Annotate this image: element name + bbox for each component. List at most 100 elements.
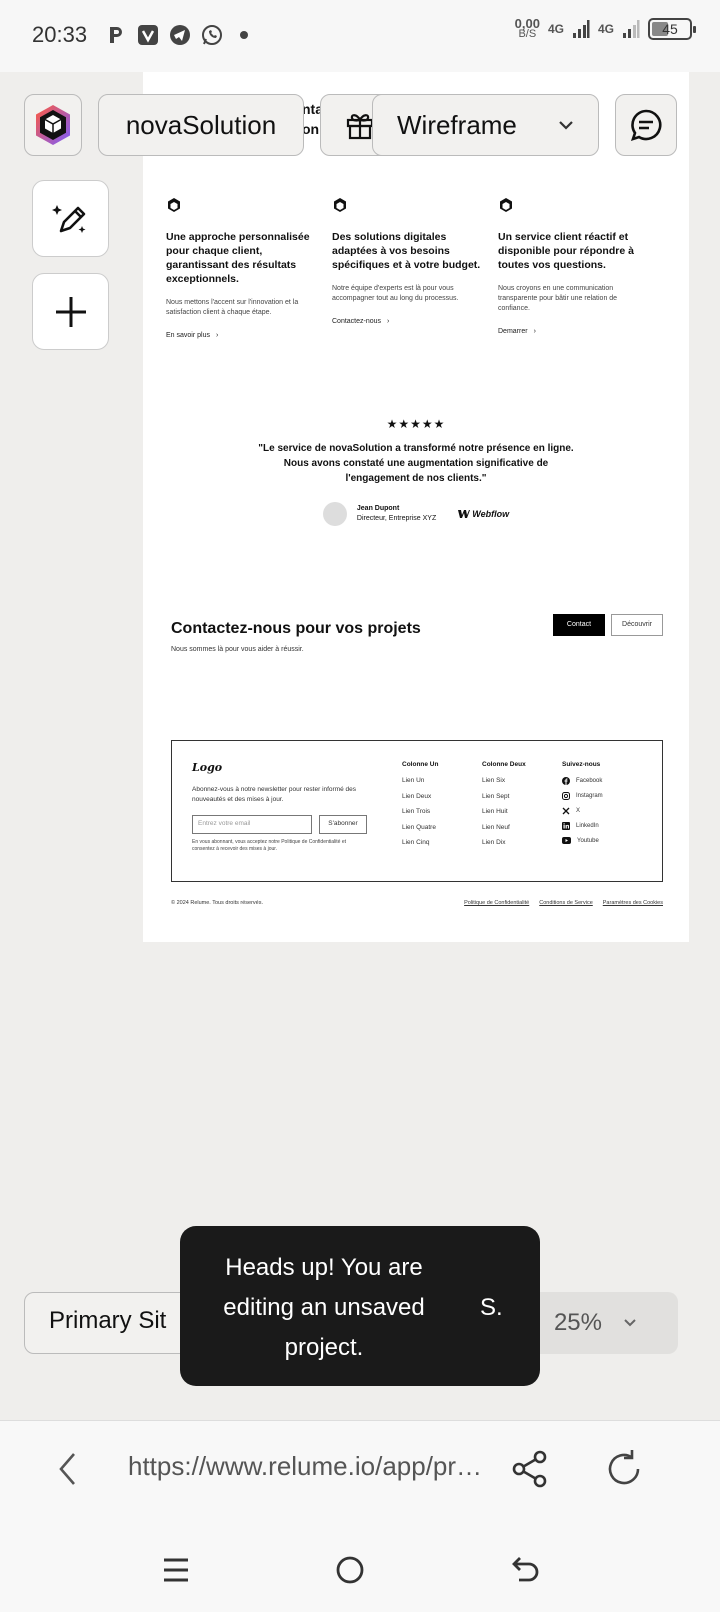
toast-message: Heads up! You are editing an unsaved pro… — [223, 1254, 425, 1361]
comments-button[interactable] — [615, 94, 677, 156]
clock: 20:33 — [32, 22, 88, 47]
status-bar: 20:33 0,00 B/S 4G 4G 45 — [0, 0, 720, 72]
feature-title: Des solutions digitales adaptées à vos b… — [332, 231, 481, 271]
footer-link[interactable]: Lien Deux — [402, 793, 438, 800]
footer-link[interactable]: Lien Huit — [482, 808, 526, 815]
back-arrow-icon — [512, 1557, 539, 1582]
feature-card: Des solutions digitales adaptées à vos b… — [332, 197, 482, 325]
terms-link[interactable]: Conditions de Service — [539, 900, 593, 906]
footer-column: Colonne Deux Lien Six Lien Sept Lien Hui… — [482, 761, 526, 846]
plus-icon — [55, 296, 86, 327]
x-icon — [562, 807, 570, 815]
share-button[interactable] — [506, 1445, 554, 1493]
feature-title: Une approche personnalisée pour chaque c… — [166, 231, 310, 285]
system-navigation-bar — [0, 1518, 720, 1612]
add-button[interactable] — [32, 273, 109, 350]
testimonial-author: Jean Dupont Directeur, Entreprise XYZ We… — [143, 502, 689, 526]
chevron-left-icon — [59, 1453, 75, 1485]
star-rating: ★★★★★ — [386, 417, 446, 431]
newsletter-legal: En vous abonnant, vous acceptez notre Po… — [192, 839, 346, 852]
reload-button[interactable] — [600, 1445, 648, 1493]
feature-link[interactable]: En savoir plus › — [166, 332, 316, 339]
cube-icon — [500, 198, 512, 212]
cta-subheading: Nous sommes là pour vous aider à réussir… — [171, 646, 304, 653]
back-button[interactable] — [44, 1445, 92, 1493]
feature-body: Nous croyons en une communication transp… — [498, 285, 618, 312]
ai-edit-button[interactable] — [32, 180, 109, 257]
social-link-x[interactable]: X — [562, 807, 603, 815]
system-indicators: 0,00 B/S 4G 4G 45 — [515, 17, 696, 40]
chevron-right-icon: › — [387, 318, 390, 325]
cta-section: Contactez-nous pour vos projets Nous som… — [171, 614, 663, 653]
vivaldi-icon — [137, 24, 159, 46]
testimonial-section: ★★★★★ "Le service de novaSolution a tran… — [143, 417, 689, 526]
youtube-icon — [562, 837, 571, 844]
instagram-icon — [562, 792, 570, 800]
chevron-right-icon: › — [215, 332, 219, 339]
toast-trailing-text: S. — [480, 1294, 503, 1321]
view-mode-dropdown[interactable]: Wireframe — [372, 94, 599, 156]
notification-icons — [105, 24, 255, 46]
footer-link[interactable]: Lien Neuf — [482, 824, 526, 831]
privacy-link[interactable]: Politique de Confidentialité — [464, 900, 529, 906]
linkedin-icon — [562, 822, 570, 830]
signal-weak-icon — [623, 20, 640, 38]
cookies-link[interactable]: Paramètres des Cookies — [603, 900, 663, 906]
home-button[interactable] — [330, 1550, 370, 1590]
feature-card: Un service client réactif et disponible … — [498, 197, 648, 335]
social-link-instagram[interactable]: Instagram — [562, 792, 603, 800]
footer-link[interactable]: Lien Quatre — [402, 824, 438, 831]
footer-bottom: © 2024 Relume. Tous droits réservés. Pol… — [171, 900, 663, 906]
footer-link[interactable]: Lien Dix — [482, 839, 526, 846]
network-type-1: 4G — [547, 22, 564, 36]
footer-link[interactable]: Lien Sept — [482, 793, 526, 800]
chevron-down-icon — [624, 1319, 636, 1327]
project-name-button[interactable]: novaSolution — [98, 94, 304, 156]
social-column: Suivez-nous Facebook Instagram X LinkedI… — [562, 761, 603, 844]
contact-button[interactable]: Contact — [552, 614, 606, 636]
whatsapp-icon — [201, 24, 223, 46]
cube-icon — [334, 198, 346, 212]
email-field[interactable]: Entrez votre email — [192, 815, 312, 834]
feature-title: Un service client réactif et disponible … — [498, 231, 634, 271]
menu-icon — [164, 1558, 188, 1582]
recents-button[interactable] — [156, 1550, 196, 1590]
author-title: Directeur, Entreprise XYZ — [356, 515, 437, 522]
copyright: © 2024 Relume. Tous droits réservés. — [171, 900, 263, 906]
footer-link[interactable]: Lien Un — [402, 777, 438, 784]
canvas-page[interactable]: Une approche personnalisée pour chaque c… — [143, 72, 689, 942]
footer-logo: Logo — [192, 761, 223, 774]
footer-link[interactable]: Lien Six — [482, 777, 526, 784]
social-link-youtube[interactable]: Youtube — [562, 837, 603, 844]
chevron-down-icon — [559, 121, 573, 130]
gift-icon — [346, 114, 374, 140]
share-icon — [512, 1450, 547, 1488]
unsaved-toast: Heads up! You are editing an unsaved pro… — [180, 1226, 540, 1386]
feature-link[interactable]: Contactez-nous › — [332, 318, 482, 325]
footer-column: Colonne Un Lien Un Lien Deux Lien Trois … — [402, 761, 439, 846]
home-circle-icon — [336, 1556, 364, 1584]
footer-link[interactable]: Lien Trois — [402, 808, 438, 815]
subscribe-button[interactable]: S'abonner — [319, 815, 367, 834]
telegram-icon — [169, 24, 191, 46]
chat-icon — [630, 109, 662, 142]
avatar — [322, 502, 347, 526]
webflow-icon — [458, 510, 471, 518]
dot-icon — [233, 24, 255, 46]
relume-logo-icon — [36, 105, 70, 145]
social-link-facebook[interactable]: Facebook — [562, 777, 603, 785]
discover-button[interactable]: Découvrir — [611, 614, 663, 636]
signal-icon — [572, 20, 590, 38]
footer: Logo Abonnez-vous à notre newsletter pou… — [171, 740, 663, 882]
chevron-right-icon: › — [533, 328, 536, 335]
relume-logo-button[interactable] — [24, 94, 82, 156]
url-bar[interactable]: https://www.relume.io/app/project/... — [128, 1451, 484, 1482]
parking-icon — [105, 24, 127, 46]
feature-link[interactable]: Demarrer › — [498, 328, 648, 335]
social-link-linkedin[interactable]: LinkedIn — [562, 822, 603, 830]
testimonial-quote: "Le service de novaSolution a transformé… — [258, 443, 574, 484]
footer-link[interactable]: Lien Cinq — [402, 839, 438, 846]
feature-body: Notre équipe d'experts est là pour vous … — [332, 285, 459, 302]
author-name: Jean Dupont — [356, 505, 400, 512]
system-back-button[interactable] — [506, 1550, 546, 1590]
